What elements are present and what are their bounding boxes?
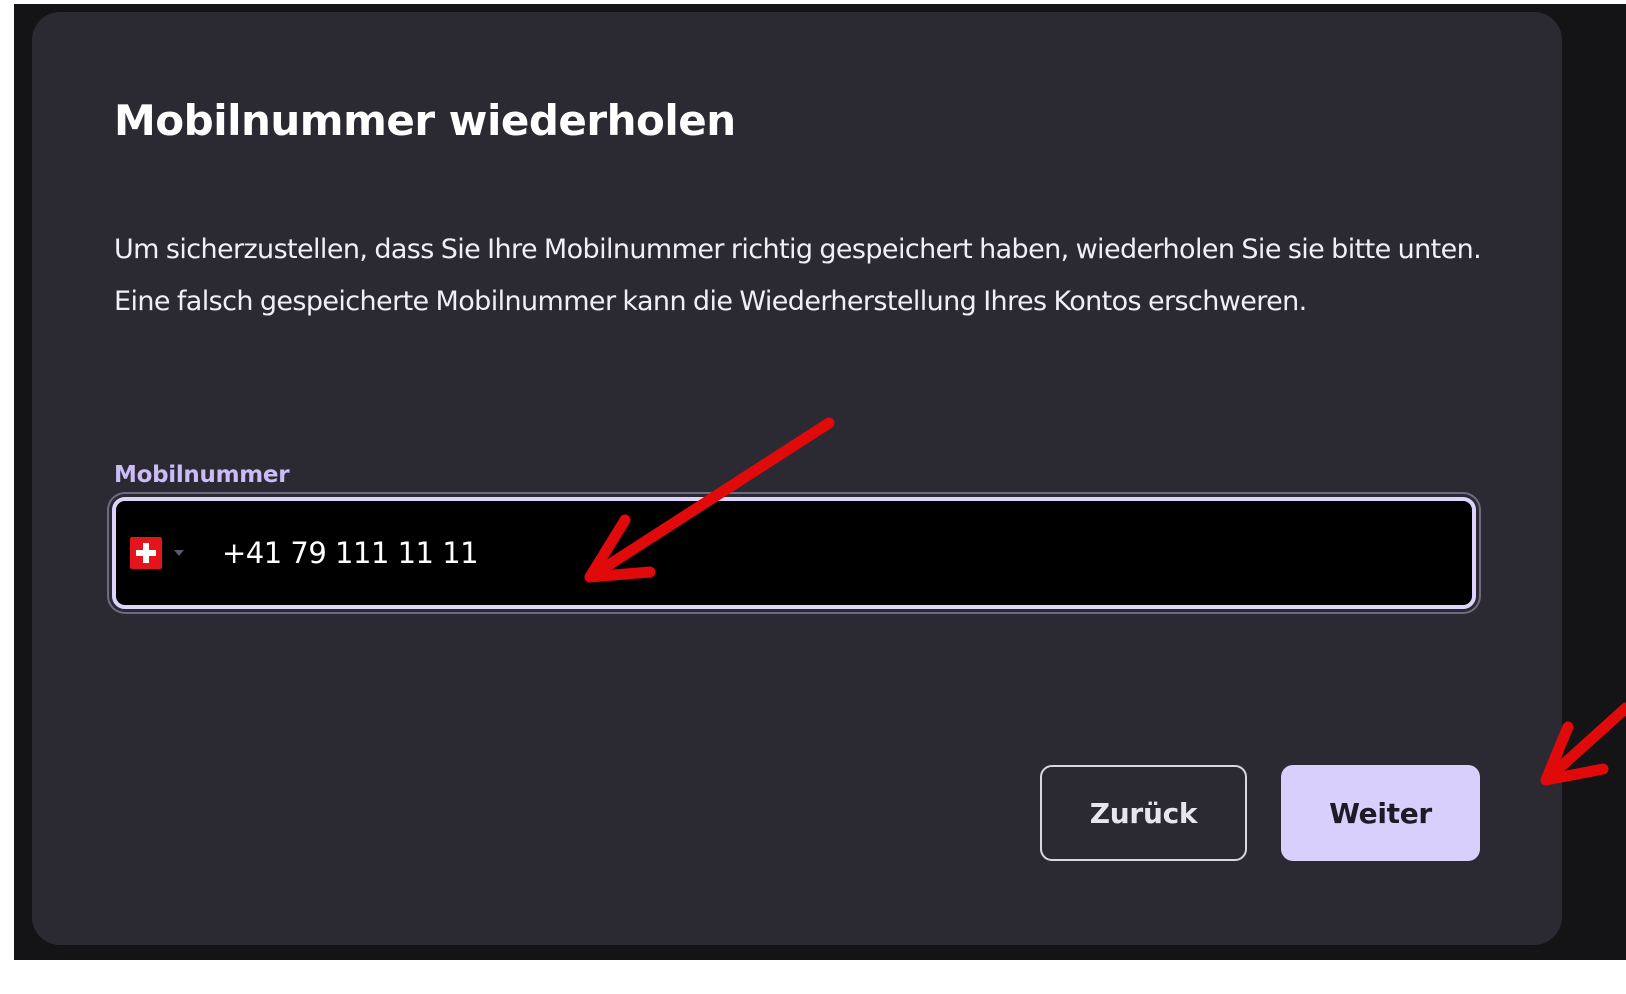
dialog-title: Mobilnummer wiederholen <box>114 96 736 145</box>
mobile-number-input[interactable] <box>222 529 1422 577</box>
swiss-flag-icon <box>130 537 162 569</box>
dialog-description: Um sicherzustellen, dass Sie Ihre Mobiln… <box>114 234 1482 317</box>
back-button[interactable]: Zurück <box>1040 765 1247 861</box>
mobile-number-field <box>112 497 1476 609</box>
chevron-down-icon <box>174 550 184 556</box>
mobile-number-label: Mobilnummer <box>114 462 290 488</box>
country-code-selector[interactable] <box>130 537 184 569</box>
next-button[interactable]: Weiter <box>1281 765 1480 861</box>
mobile-number-confirm-dialog: Mobilnummer wiederholen Um sicherzustell… <box>32 12 1562 945</box>
